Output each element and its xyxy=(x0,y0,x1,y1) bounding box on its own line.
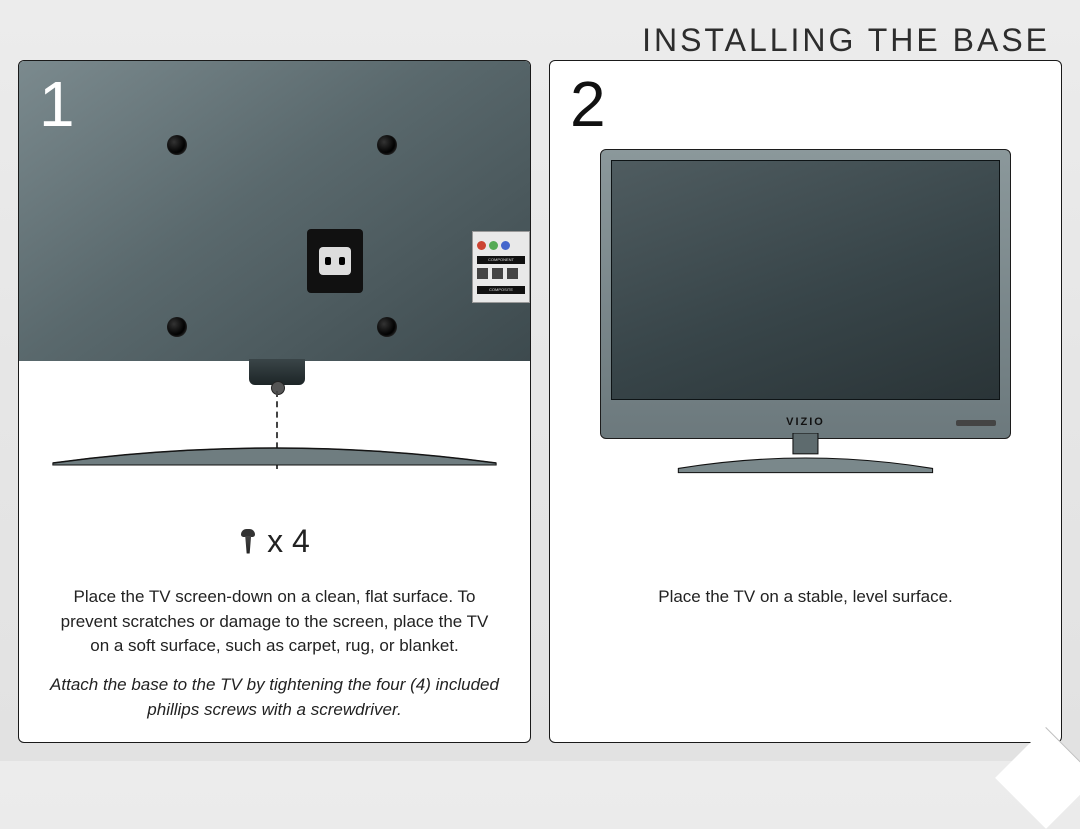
screw-quantity: x 4 xyxy=(19,523,530,560)
page-title: INSTALLING THE BASE xyxy=(642,22,1050,59)
mount-hole-icon xyxy=(377,317,397,337)
step-2-panel: 2 VIZIO Place the TV on a stable, level … xyxy=(549,60,1062,743)
mount-hole-icon xyxy=(167,135,187,155)
ir-sensor-slot xyxy=(956,420,996,426)
step-1-panel: 1 COMPONENT COMPOSITE xyxy=(18,60,531,743)
panels-row: 1 COMPONENT COMPOSITE xyxy=(18,60,1062,743)
tv-front-illustration: VIZIO xyxy=(600,149,1011,439)
step-1-caption: Place the TV screen-down on a clean, fla… xyxy=(49,585,500,659)
mount-hole-icon xyxy=(377,135,397,155)
mount-hole-icon xyxy=(167,317,187,337)
step-2-caption: Place the TV on a stable, level surface. xyxy=(580,585,1031,610)
step-1-caption-secondary: Attach the base to the TV by tightening … xyxy=(49,673,500,722)
tv-screen xyxy=(611,160,1000,400)
port-label: COMPONENT xyxy=(477,256,525,264)
base-stand-illustration xyxy=(43,439,506,467)
tv-bezel: VIZIO xyxy=(600,149,1011,439)
av-ports-panel: COMPONENT COMPOSITE xyxy=(472,231,530,303)
step-number: 2 xyxy=(570,67,606,141)
step-number: 1 xyxy=(39,67,75,141)
screw-icon xyxy=(239,529,257,555)
port-label: COMPOSITE xyxy=(477,286,525,294)
page-container: INSTALLING THE BASE 1 COMPONENT COMPOSIT… xyxy=(0,0,1080,761)
screw-count-label: x 4 xyxy=(267,523,310,560)
brand-logo: VIZIO xyxy=(601,416,1010,428)
tv-back-illustration: COMPONENT COMPOSITE xyxy=(19,61,530,361)
tv-stand-illustration xyxy=(670,433,941,475)
tv-neck-illustration xyxy=(249,359,305,385)
power-port-icon xyxy=(307,229,363,293)
